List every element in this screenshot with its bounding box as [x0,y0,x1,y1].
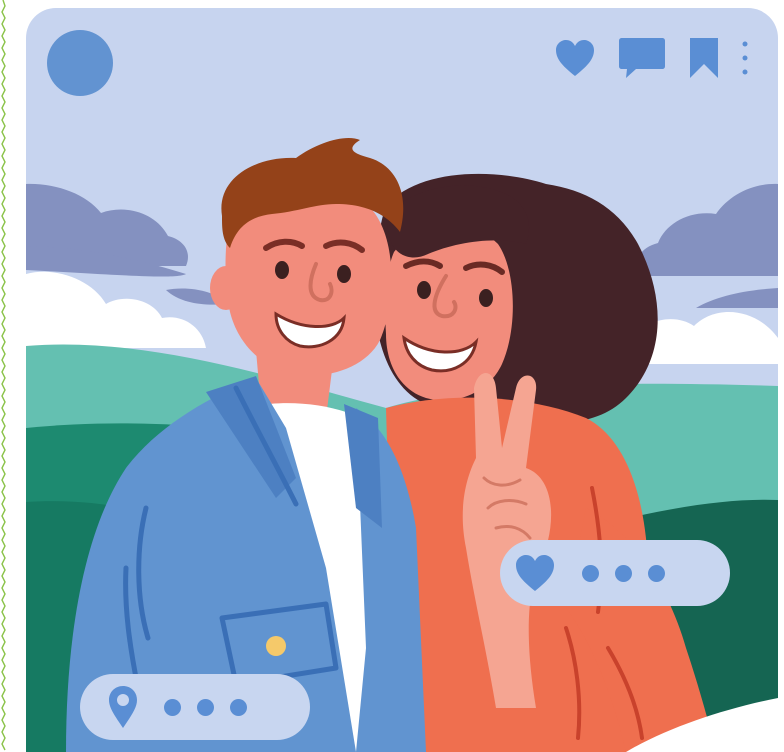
photo-post-card [26,8,778,752]
placeholder-dot [648,564,665,582]
comment-icon[interactable] [618,36,666,80]
post-action-bar [554,36,748,80]
user-avatar[interactable] [47,30,113,96]
decorative-dotted-border [1,0,6,751]
heart-icon[interactable] [554,38,596,78]
vertical-ellipsis-icon[interactable] [742,40,748,76]
location-pin-icon [109,686,137,728]
couple-selfie-illustration [26,138,778,752]
placeholder-dot [615,564,632,582]
bookmark-icon[interactable] [688,36,720,80]
like-reaction-chip[interactable] [500,540,730,606]
heart-icon [516,555,554,591]
placeholder-dot [582,564,599,582]
placeholder-dot [164,698,181,716]
placeholder-dots [164,698,247,716]
placeholder-dot [230,698,247,716]
location-chip[interactable] [80,674,310,740]
placeholder-dots [582,564,665,582]
placeholder-dot [197,698,214,716]
